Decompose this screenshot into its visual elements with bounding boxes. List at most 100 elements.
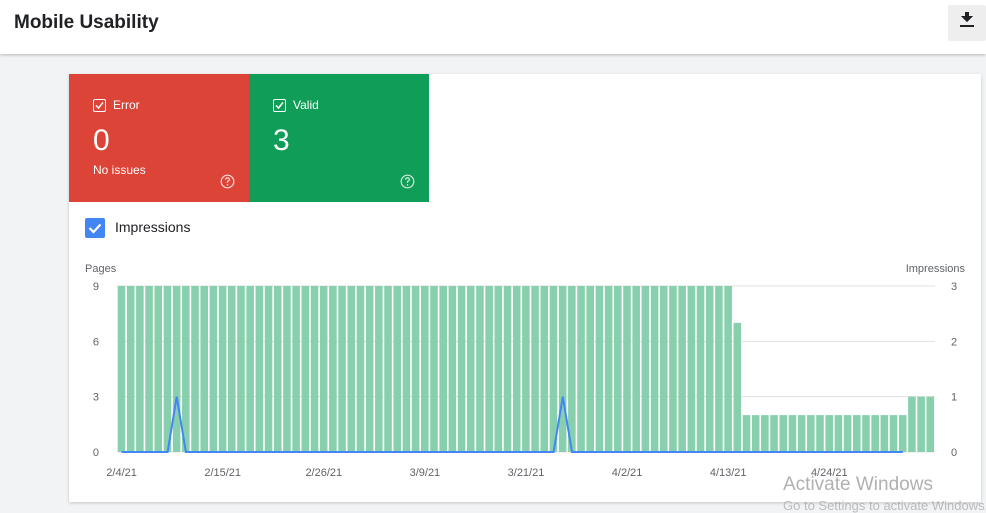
pages-bar	[466, 286, 475, 452]
pages-bar	[356, 286, 365, 452]
pages-bar	[375, 286, 383, 452]
pages-bar	[549, 286, 558, 452]
pages-bar	[448, 286, 457, 452]
pages-bar	[862, 415, 870, 452]
pages-bar	[237, 286, 245, 452]
download-icon	[960, 12, 974, 27]
pages-bar	[908, 396, 916, 452]
pages-bar	[421, 286, 429, 452]
pages-bar	[255, 286, 264, 452]
pages-bar	[273, 286, 282, 452]
pages-bar	[705, 286, 714, 452]
pages-bar	[264, 286, 273, 452]
pages-bar	[641, 286, 650, 452]
pages-bar	[329, 286, 337, 452]
pages-bar	[604, 286, 613, 452]
pages-bar	[926, 396, 935, 452]
y-right-tick-label: 1	[951, 392, 957, 404]
pages-bar	[126, 286, 135, 452]
x-tick-label: 2/15/21	[204, 467, 241, 479]
pages-bar	[457, 286, 466, 452]
pages-bar	[586, 286, 595, 452]
y-left-tick-label: 3	[93, 392, 99, 404]
pages-bar	[301, 286, 310, 452]
pages-impressions-chart: Pages Impressions 0 3 6 9 0 1 2 3 2/4/21 2/15/21 2/2…	[85, 263, 966, 479]
pages-bar	[531, 286, 539, 452]
pages-bar	[889, 415, 898, 452]
pages-bar	[788, 415, 797, 452]
pages-bar	[669, 286, 677, 452]
pages-bar	[816, 415, 824, 452]
x-tick-label: 4/13/21	[710, 467, 747, 479]
x-tick-label: 4/2/21	[612, 467, 643, 479]
pages-bar	[227, 286, 236, 452]
report-card: Error 0 No issues Valid 3 Impressions Pa…	[69, 74, 981, 502]
pages-bar	[797, 415, 806, 452]
pages-bar	[650, 286, 659, 452]
pages-bar	[512, 286, 521, 452]
pages-bar	[200, 286, 209, 452]
pages-bar	[402, 286, 411, 452]
pages-bar	[880, 415, 889, 452]
pages-bar	[411, 286, 420, 452]
pages-bar	[917, 396, 925, 452]
pages-bar	[476, 286, 484, 452]
pages-bar	[825, 415, 833, 452]
x-tick-label: 3/21/21	[508, 467, 545, 479]
pages-bar	[558, 286, 567, 452]
pages-bar	[898, 415, 907, 452]
pages-bar	[779, 415, 788, 452]
pages-bar	[696, 286, 705, 452]
pages-bar	[393, 286, 402, 452]
pages-bar	[522, 286, 530, 452]
pages-bar	[145, 286, 153, 452]
pages-bar	[246, 286, 254, 452]
x-tick-label: 2/4/21	[106, 467, 137, 479]
pages-bar	[503, 286, 512, 452]
pages-bar	[283, 286, 291, 452]
x-tick-label: 4/24/21	[811, 467, 848, 479]
pages-bar	[540, 286, 549, 452]
pages-bar	[852, 415, 861, 452]
pages-bar	[292, 286, 300, 452]
pages-bar	[439, 286, 447, 452]
pages-bar	[742, 415, 751, 452]
pages-bar	[485, 286, 493, 452]
y-left-tick-label: 6	[93, 336, 99, 348]
pages-bar	[623, 286, 631, 452]
pages-bar	[724, 286, 732, 452]
pages-bar	[182, 286, 190, 452]
y-left-axis-title: Pages	[85, 263, 117, 275]
y-right-tick-label: 0	[951, 447, 957, 459]
pages-bar	[384, 286, 392, 452]
pages-bar	[577, 286, 585, 452]
pages-bar	[338, 286, 346, 452]
pages-bar	[678, 286, 686, 452]
pages-bar	[568, 286, 576, 452]
pages-bar	[117, 286, 126, 452]
pages-bar	[595, 286, 604, 452]
pages-bar	[807, 415, 815, 452]
pages-bar	[218, 286, 227, 452]
page-title: Mobile Usability	[14, 12, 159, 33]
download-button[interactable]	[948, 5, 986, 41]
pages-bar	[310, 286, 319, 452]
pages-bar	[770, 415, 778, 452]
y-left-tick-label: 0	[93, 447, 99, 459]
x-tick-label: 3/9/21	[410, 467, 441, 479]
pages-bar	[614, 286, 622, 452]
pages-bar	[687, 286, 696, 452]
pages-bar	[761, 415, 769, 452]
pages-bar	[659, 286, 668, 452]
pages-bar	[154, 286, 163, 452]
pages-bar	[163, 286, 172, 452]
pages-bar	[347, 286, 356, 452]
pages-bar	[494, 286, 503, 452]
pages-bar	[430, 286, 438, 452]
pages-bar	[632, 286, 640, 452]
pages-bar	[733, 322, 742, 452]
pages-bar	[365, 286, 374, 452]
x-tick-label: 2/26/21	[305, 467, 342, 479]
y-left-tick-label: 9	[93, 281, 99, 293]
y-right-axis-title: Impressions	[906, 263, 966, 275]
